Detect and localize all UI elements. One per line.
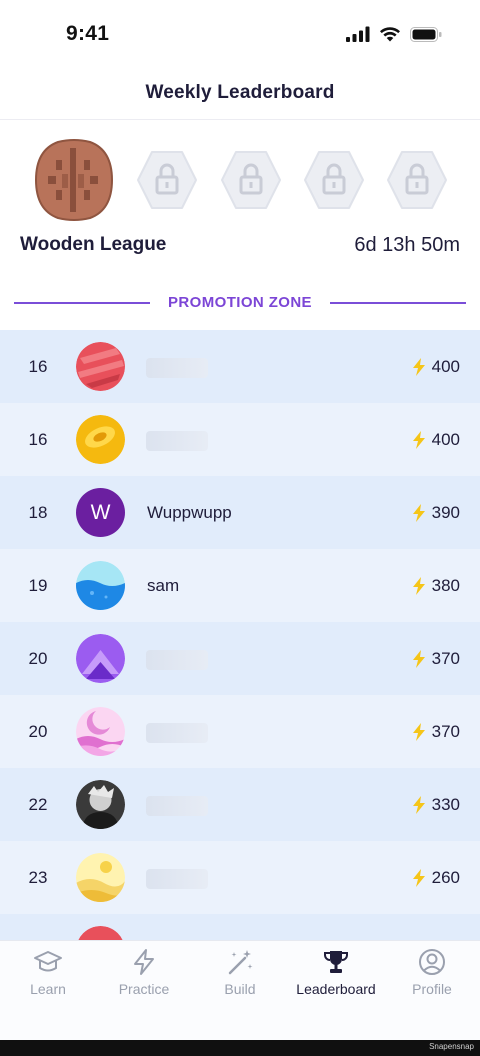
locked-league-badge[interactable]	[303, 138, 365, 215]
lightning-icon	[412, 650, 425, 668]
lightning-icon	[412, 796, 425, 814]
score-value: 380	[431, 576, 460, 595]
username: sam	[147, 576, 180, 595]
score-value: 400	[431, 357, 460, 376]
leaderboard-list[interactable]: 16 400 16 400 18 W Wuppwupp 390 19 sam 3…	[0, 330, 480, 940]
score: 260	[412, 868, 460, 888]
tab-build[interactable]: Build	[192, 941, 288, 1011]
hidden-username	[146, 723, 208, 743]
hidden-username	[146, 650, 208, 670]
score-value: 390	[431, 503, 460, 522]
rank: 18	[28, 503, 48, 522]
battery-icon	[410, 26, 442, 42]
score: 390	[412, 503, 460, 523]
leaderboard-row-partial[interactable]	[0, 914, 480, 940]
lightning-icon	[134, 949, 154, 975]
lightning-icon	[412, 504, 425, 522]
locked-league-badge[interactable]	[220, 138, 282, 215]
leaderboard-row[interactable]: 16 400	[0, 403, 480, 476]
lightning-icon	[412, 869, 425, 887]
leaderboard-row[interactable]: 19 sam 380	[0, 549, 480, 622]
trophy-icon	[324, 951, 348, 973]
tab-practice[interactable]: Practice	[96, 941, 192, 1011]
lightning-icon	[412, 358, 425, 376]
rank: 20	[28, 649, 48, 668]
pink-moon-avatar	[76, 707, 125, 756]
league-name: Wooden League	[20, 234, 167, 255]
tab-leaderboard[interactable]: Leaderboard	[288, 941, 384, 1011]
purple-mountain-avatar	[76, 634, 125, 683]
score: 400	[412, 357, 460, 377]
tab-label: Learn	[30, 981, 66, 997]
lightning-icon	[412, 577, 425, 595]
letter-avatar: W	[76, 488, 125, 537]
wifi-icon	[380, 27, 400, 42]
locked-league-badge[interactable]	[136, 138, 198, 215]
header: Weekly Leaderboard	[0, 70, 480, 120]
rank: 16	[28, 430, 48, 449]
avatar-initial: W	[90, 501, 111, 524]
page-title: Weekly Leaderboard	[145, 82, 335, 103]
tab-label: Profile	[412, 981, 452, 997]
tab-profile[interactable]: Profile	[384, 941, 480, 1011]
wooden-league-badge[interactable]	[34, 138, 114, 227]
hidden-username	[146, 431, 208, 451]
watermark: Snapensnap	[429, 1042, 474, 1051]
status-time: 9:41	[66, 22, 110, 45]
score-value: 330	[431, 795, 460, 814]
red-planet-avatar	[76, 342, 125, 391]
score: 370	[412, 722, 460, 742]
score: 400	[412, 430, 460, 450]
magic-wand-icon	[228, 950, 253, 975]
hidden-username	[146, 358, 208, 378]
red-avatar-partial	[76, 926, 125, 940]
leaderboard-row[interactable]: 18 W Wuppwupp 390	[0, 476, 480, 549]
league-timer: 6d 13h 50m	[354, 234, 460, 256]
promotion-zone-divider: PROMOTION ZONE	[14, 292, 466, 316]
ocean-avatar	[76, 561, 125, 610]
yellow-planet-avatar	[76, 415, 125, 464]
score-value: 260	[431, 868, 460, 887]
rank: 23	[28, 868, 48, 887]
score-value: 400	[431, 430, 460, 449]
locked-league-badge[interactable]	[386, 138, 448, 215]
zone-line-right	[330, 302, 466, 304]
score-value: 370	[431, 649, 460, 668]
bottom-strip: Snapensnap	[0, 1040, 480, 1056]
photo-avatar	[76, 780, 125, 829]
score: 380	[412, 576, 460, 596]
tab-label: Build	[224, 981, 256, 997]
leaderboard-row[interactable]: 22 330	[0, 768, 480, 841]
hidden-username	[146, 796, 208, 816]
username: Wuppwupp	[147, 503, 232, 522]
score: 330	[412, 795, 460, 815]
sand-avatar	[76, 853, 125, 902]
score-value: 370	[431, 722, 460, 741]
graduation-cap-icon	[34, 951, 62, 972]
rank: 22	[28, 795, 48, 814]
status-bar: 9:41	[0, 0, 480, 70]
rank: 20	[28, 722, 48, 741]
lightning-icon	[412, 723, 425, 741]
hidden-username	[146, 869, 208, 889]
lightning-icon	[412, 431, 425, 449]
leaderboard-row[interactable]: 16 400	[0, 330, 480, 403]
league-badges	[34, 138, 454, 222]
tab-label: Leaderboard	[296, 981, 376, 997]
rank: 19	[28, 576, 48, 595]
tab-learn[interactable]: Learn	[0, 941, 96, 1011]
rank: 16	[28, 357, 48, 376]
signal-icon	[346, 26, 370, 42]
leaderboard-row[interactable]: 20 370	[0, 622, 480, 695]
tab-label: Practice	[118, 981, 170, 997]
score: 370	[412, 649, 460, 669]
user-circle-icon	[419, 949, 445, 975]
leaderboard-row[interactable]: 20 370	[0, 695, 480, 768]
status-icons	[346, 26, 442, 42]
leaderboard-row[interactable]: 23 260	[0, 841, 480, 914]
tab-bar: Learn Practice Build Leaderboard Profile	[0, 940, 480, 1040]
